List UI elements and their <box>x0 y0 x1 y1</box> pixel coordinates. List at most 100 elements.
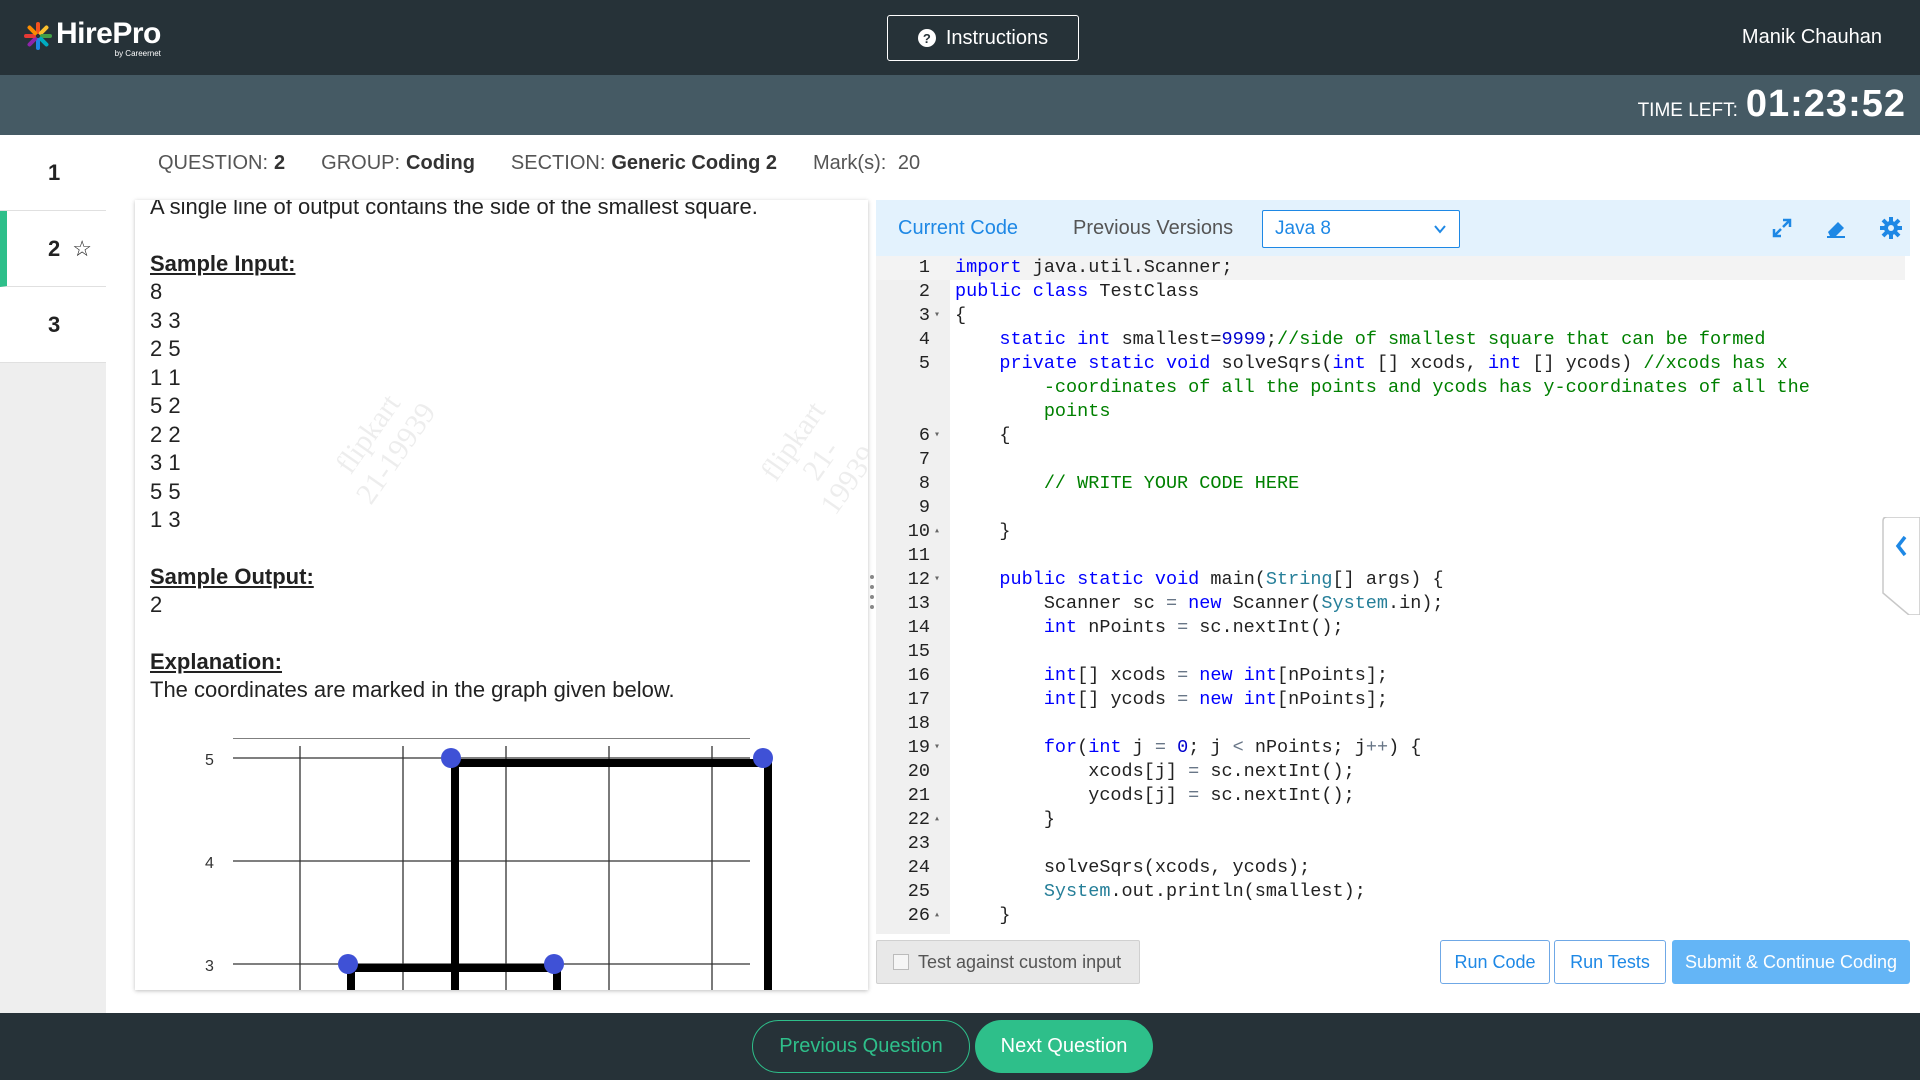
custom-input-toggle[interactable]: Test against custom input <box>876 940 1140 984</box>
code-line[interactable]: 1 import java.util.Scanner; <box>876 256 1905 280</box>
code-text: public class TestClass <box>955 281 1200 302</box>
line-number: 13 <box>907 593 930 614</box>
code-line[interactable]: 26 ▴ } <box>876 904 1905 928</box>
fold-arrow-icon[interactable]: ▾ <box>934 568 940 592</box>
code-line[interactable]: 22 ▴ } <box>876 808 1905 832</box>
code-line[interactable]: 14 int nPoints = sc.nextInt(); <box>876 616 1905 640</box>
code-line[interactable]: 7 <box>876 448 1905 472</box>
code-text: // WRITE YOUR CODE HERE <box>1043 473 1300 494</box>
sample-input-line: 3 1 <box>150 450 181 475</box>
question-nav-item-1[interactable]: 1 <box>0 135 106 211</box>
fold-arrow-icon[interactable]: ▾ <box>934 736 940 760</box>
code-line[interactable]: 23 <box>876 832 1905 856</box>
code-line[interactable]: 25 System.out.println(smallest); <box>876 880 1905 904</box>
explanation-heading: Explanation: <box>150 648 283 674</box>
question-nav-item-2[interactable]: 2 ☆ <box>0 211 106 287</box>
code-line[interactable]: 16 int[] xcods = new int[nPoints]; <box>876 664 1905 688</box>
side-drawer-toggle[interactable] <box>1881 517 1920 615</box>
fold-arrow-icon[interactable]: ▴ <box>934 808 940 832</box>
instructions-button[interactable]: ? Instructions <box>887 15 1079 61</box>
code-line[interactable]: 12 ▾ public static void main(String[] arg… <box>876 568 1905 592</box>
code-line[interactable]: points <box>876 400 1905 424</box>
question-nav-item-3[interactable]: 3 <box>0 287 106 363</box>
code-line[interactable]: 2 public class TestClass <box>876 280 1905 304</box>
y-tick-label: 3 <box>205 958 214 975</box>
point-marker <box>544 954 564 974</box>
code-line[interactable]: 8 // WRITE YOUR CODE HERE <box>876 472 1905 496</box>
code-line[interactable]: 24 solveSqrs(xcods, ycods); <box>876 856 1905 880</box>
eraser-icon[interactable] <box>1824 216 1848 240</box>
tab-current-code[interactable]: Current Code <box>898 217 1018 240</box>
user-name[interactable]: Manik Chauhan <box>1742 26 1882 49</box>
star-icon[interactable]: ☆ <box>72 236 92 262</box>
code-text: -coordinates of all the points and ycods… <box>1043 377 1810 398</box>
fold-arrow-icon[interactable]: ▾ <box>934 424 940 448</box>
point-marker <box>441 748 461 768</box>
line-number: 17 <box>907 689 930 710</box>
code-text: static int smallest=9999;//side of small… <box>999 329 1766 350</box>
timer: TIME LEFT: 01:23:52 <box>1638 83 1906 126</box>
custom-input-checkbox[interactable] <box>893 954 909 970</box>
hirepro-logo: HirePro by Careernet <box>22 18 161 58</box>
code-line[interactable]: 6 ▾ { <box>876 424 1905 448</box>
code-line[interactable]: 11 <box>876 544 1905 568</box>
custom-input-label: Test against custom input <box>918 951 1122 972</box>
code-line[interactable]: 17 int[] ycods = new int[nPoints]; <box>876 688 1905 712</box>
sample-input-line: 1 3 <box>150 507 181 532</box>
explanation-text: The coordinates are marked in the graph … <box>150 677 675 702</box>
code-text: ycods[j] = sc.nextInt(); <box>955 785 1355 806</box>
run-tests-button[interactable]: Run Tests <box>1554 940 1666 984</box>
code-text: { <box>955 305 967 326</box>
code-line[interactable]: 10 ▴ } <box>876 520 1905 544</box>
code-line[interactable]: 15 <box>876 640 1905 664</box>
gear-icon[interactable] <box>1879 216 1903 240</box>
code-line[interactable]: 3 ▾ { <box>876 304 1905 328</box>
code-line[interactable]: 5 private static void solveSqrs(int [] x… <box>876 352 1905 376</box>
point-marker <box>753 748 773 768</box>
point-marker <box>338 954 358 974</box>
panel-resize-handle[interactable] <box>870 575 874 623</box>
language-select[interactable]: Java 8 <box>1262 210 1460 248</box>
code-line[interactable]: 21 ycods[j] = sc.nextInt(); <box>876 784 1905 808</box>
fold-arrow-icon[interactable]: ▴ <box>934 904 940 928</box>
previous-question-button[interactable]: Previous Question <box>752 1020 970 1073</box>
run-code-button[interactable]: Run Code <box>1440 940 1550 984</box>
problem-panel[interactable]: flipkart 21-19939 flipkart 21-19939 A sing… <box>135 200 868 990</box>
line-number: 19 <box>907 737 930 758</box>
code-line[interactable]: 9 <box>876 496 1905 520</box>
fold-arrow-icon[interactable]: ▾ <box>934 304 940 328</box>
submit-continue-button[interactable]: Submit & Continue Coding <box>1672 940 1910 984</box>
question-number: 2 <box>48 235 61 261</box>
problem-content: A single line of output contains the sid… <box>150 200 853 705</box>
code-text: int[] xcods = new int[nPoints]; <box>1043 665 1389 686</box>
line-number: 5 <box>918 353 930 374</box>
line-number: 23 <box>907 833 930 854</box>
fold-arrow-icon[interactable]: ▴ <box>934 520 940 544</box>
question-circle-icon: ? <box>917 29 936 47</box>
timer-bar: TIME LEFT: 01:23:52 <box>0 75 1920 135</box>
line-number: 18 <box>907 713 930 734</box>
line-number: 4 <box>918 329 930 350</box>
sample-input-line: 5 2 <box>150 393 181 418</box>
line-number: 15 <box>907 641 930 662</box>
line-number: 12 <box>907 569 930 590</box>
tab-previous-versions[interactable]: Previous Versions <box>1073 217 1233 240</box>
code-line[interactable]: 20 xcods[j] = sc.nextInt(); <box>876 760 1905 784</box>
next-question-button[interactable]: Next Question <box>975 1020 1153 1073</box>
question-meta: QUESTION: 2 GROUP: Coding SECTION: Generic … <box>158 152 920 175</box>
code-text: } <box>955 809 1055 830</box>
code-line[interactable]: 13 Scanner sc = new Scanner(System.in); <box>876 592 1905 616</box>
code-text: solveSqrs(xcods, ycods); <box>955 857 1311 878</box>
y-tick-label: 4 <box>205 855 214 872</box>
expand-icon[interactable] <box>1770 216 1794 240</box>
code-line[interactable]: -coordinates of all the points and ycods… <box>876 376 1905 400</box>
editor-toolbar: Current Code Previous Versions Java 8 <box>876 200 1910 256</box>
code-line[interactable]: 19 ▾ for(int j = 0; j < nPoints; j++) { <box>876 736 1905 760</box>
code-area[interactable]: 1 import java.util.Scanner; 2 public class … <box>876 256 1905 934</box>
line-number: 16 <box>907 665 930 686</box>
code-line[interactable]: 18 <box>876 712 1905 736</box>
code-line[interactable]: 4 static int smallest=9999;//side of sma… <box>876 328 1905 352</box>
output-description: A single line of output contains the sid… <box>150 200 758 219</box>
line-number: 10 <box>907 521 930 542</box>
sample-output: 2 <box>150 592 163 617</box>
